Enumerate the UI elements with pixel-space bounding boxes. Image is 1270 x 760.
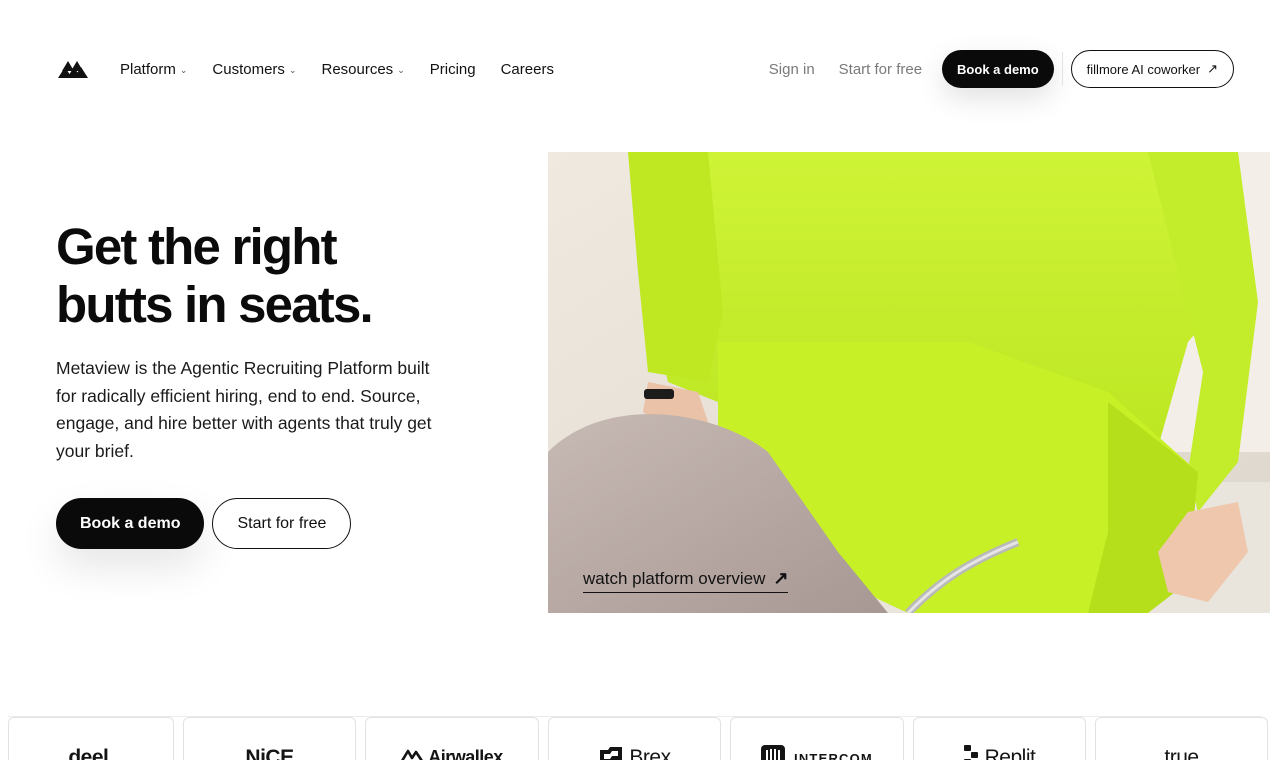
hero-photo: watch platform overview ↗ [548,152,1270,613]
logo-card-replit: Replit [913,717,1086,760]
hero-title: Get the right butts in seats. [56,218,374,333]
hero-start-free-button[interactable]: Start for free [212,498,352,549]
brex-logo: Brex [629,745,671,760]
start-free-link[interactable]: Start for free [839,61,922,78]
true-logo: true [1164,745,1199,760]
hero-description: Metaview is the Agentic Recruiting Platf… [56,358,432,461]
logo-card-deel: deel. [8,717,174,760]
nav-book-demo-button[interactable]: Book a demo [942,50,1054,88]
replit-logo: Replit [984,745,1036,760]
metaview-logo-icon[interactable] [56,58,90,80]
logo-card-nice: NiCE [183,717,356,760]
chevron-down-icon: ⌄ [288,64,297,75]
sign-in-link[interactable]: Sign in [769,61,815,78]
nav-resources-label: Resources [321,60,394,78]
nav-pricing[interactable]: Pricing [430,61,476,78]
watch-overview-label: watch platform overview [583,568,766,588]
brex-mark-icon [598,745,624,760]
nav-careers-label: Careers [500,60,554,78]
airwallex-logo: Airwallex [428,747,503,760]
nav-resources[interactable]: Resources ⌄ [321,61,404,78]
replit-mark-icon [963,744,978,760]
nav-divider [1061,52,1063,86]
nav-customers-label: Customers [212,60,285,78]
logo-card-true: true [1095,717,1268,760]
hero-cta-group: Book a demo Start for free [56,498,352,549]
watch-overview-link[interactable]: watch platform overview ↗ [583,568,789,593]
logo-card-airwallex: Airwallex [365,717,539,760]
nav-platform[interactable]: Platform ⌄ [120,61,187,78]
arrow-up-right-icon: ↗ [773,568,789,588]
nav-platform-label: Platform [120,60,176,78]
primary-nav: Platform ⌄ Customers ⌄ Resources ⌄ Prici… [120,58,554,80]
intercom-logo: INTERCOM [794,751,873,760]
hero-book-demo-button[interactable]: Book a demo [56,498,205,549]
logo-card-intercom: INTERCOM [730,717,904,760]
nav-pricing-label: Pricing [429,60,476,78]
airwallex-mark-icon [401,747,424,760]
intercom-mark-icon [761,745,786,760]
deel-logo: deel. [68,745,114,760]
logo-card-brex: Brex [548,717,721,760]
nav-customers[interactable]: Customers ⌄ [212,61,296,78]
nav-actions: Sign in Start for free Book a demo fillm… [769,50,1234,88]
chevron-down-icon: ⌄ [397,64,405,75]
ai-coworker-label: fillmore AI coworker [1086,61,1201,77]
arrow-up-right-icon: ↗ [1207,61,1218,76]
chevron-down-icon: ⌄ [179,64,188,75]
customer-logo-strip: deel. NiCE Airwallex Brex INTERCOM Repli… [0,716,1270,760]
hero-photo-illustration [548,152,1270,613]
ai-coworker-button[interactable]: fillmore AI coworker ↗ [1070,50,1234,88]
nice-logo: NiCE [245,745,294,760]
top-nav: Platform ⌄ Customers ⌄ Resources ⌄ Prici… [0,0,1270,138]
nav-careers[interactable]: Careers [501,61,554,78]
